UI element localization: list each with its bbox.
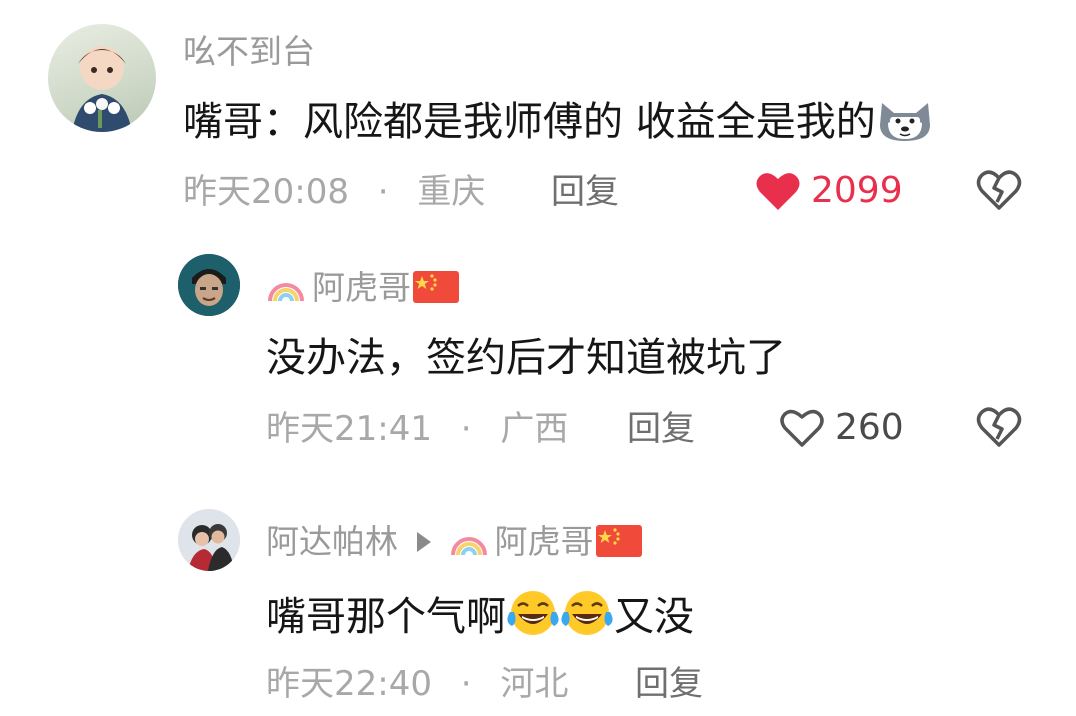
doge-icon bbox=[876, 97, 934, 154]
comment-time: 昨天20:08 bbox=[183, 172, 349, 212]
comment-text: 没办法，签约后才知道被坑了 bbox=[266, 335, 786, 381]
china-flag-icon bbox=[595, 525, 642, 557]
broken-heart-icon bbox=[976, 170, 1022, 210]
like-button[interactable]: 260 bbox=[779, 405, 904, 451]
like-count: 260 bbox=[835, 407, 904, 448]
like-count: 2099 bbox=[811, 170, 903, 211]
comment-time: 昨天21:41 bbox=[266, 409, 432, 449]
comment-author-line: 阿达帕林 阿虎哥 bbox=[266, 522, 642, 562]
rainbow-icon bbox=[266, 271, 306, 303]
comment-location: 重庆 bbox=[417, 172, 486, 212]
comment-text: 嘴哥那个气啊 又没 bbox=[266, 588, 756, 649]
laugh-cry-icon bbox=[560, 588, 614, 649]
comment-location: 河北 bbox=[500, 664, 569, 704]
meta-separator: · bbox=[377, 172, 389, 212]
reply-arrow-icon bbox=[413, 524, 435, 552]
comment-time: 昨天22:40 bbox=[266, 664, 432, 704]
avatar[interactable] bbox=[178, 509, 240, 571]
reply-to-author[interactable]: 阿虎哥 bbox=[495, 522, 594, 561]
dislike-button[interactable] bbox=[975, 168, 1023, 212]
heart-filled-icon bbox=[755, 170, 801, 212]
comment-meta: 昨天21:41 · 广西 bbox=[266, 409, 568, 449]
like-button[interactable]: 2099 bbox=[755, 168, 903, 214]
china-flag-icon bbox=[413, 271, 459, 303]
comment-meta: 昨天22:40 · 河北 bbox=[266, 664, 568, 704]
comment-meta: 昨天20:08 · 重庆 bbox=[183, 172, 485, 212]
comment-author[interactable]: 吆不到台 bbox=[183, 32, 315, 72]
comment-author-line: 阿虎哥 bbox=[266, 268, 459, 308]
comment-text-body: 嘴哥那个气啊 bbox=[266, 594, 506, 640]
avatar[interactable] bbox=[178, 254, 240, 316]
comment-text-body: 嘴哥：风险都是我师傅的 收益全是我的 bbox=[183, 99, 876, 145]
meta-separator: · bbox=[460, 664, 472, 704]
laugh-cry-icon bbox=[506, 588, 560, 649]
comment-location: 广西 bbox=[500, 409, 569, 449]
broken-heart-icon bbox=[976, 407, 1022, 447]
reply-button[interactable]: 回复 bbox=[627, 409, 695, 449]
heart-outline-icon bbox=[779, 407, 825, 449]
dislike-button[interactable] bbox=[975, 405, 1023, 449]
comment-text-suffix: 又没 bbox=[614, 594, 694, 640]
reply-button[interactable]: 回复 bbox=[635, 664, 703, 704]
comment-author[interactable]: 阿达帕林 bbox=[266, 522, 398, 561]
reply-button[interactable]: 回复 bbox=[551, 172, 619, 212]
comment-text: 嘴哥：风险都是我师傅的 收益全是我的 bbox=[183, 97, 934, 154]
comment-author[interactable]: 阿虎哥 bbox=[312, 268, 411, 307]
avatar[interactable] bbox=[48, 24, 156, 132]
meta-separator: · bbox=[460, 409, 472, 449]
rainbow-icon bbox=[449, 525, 489, 557]
